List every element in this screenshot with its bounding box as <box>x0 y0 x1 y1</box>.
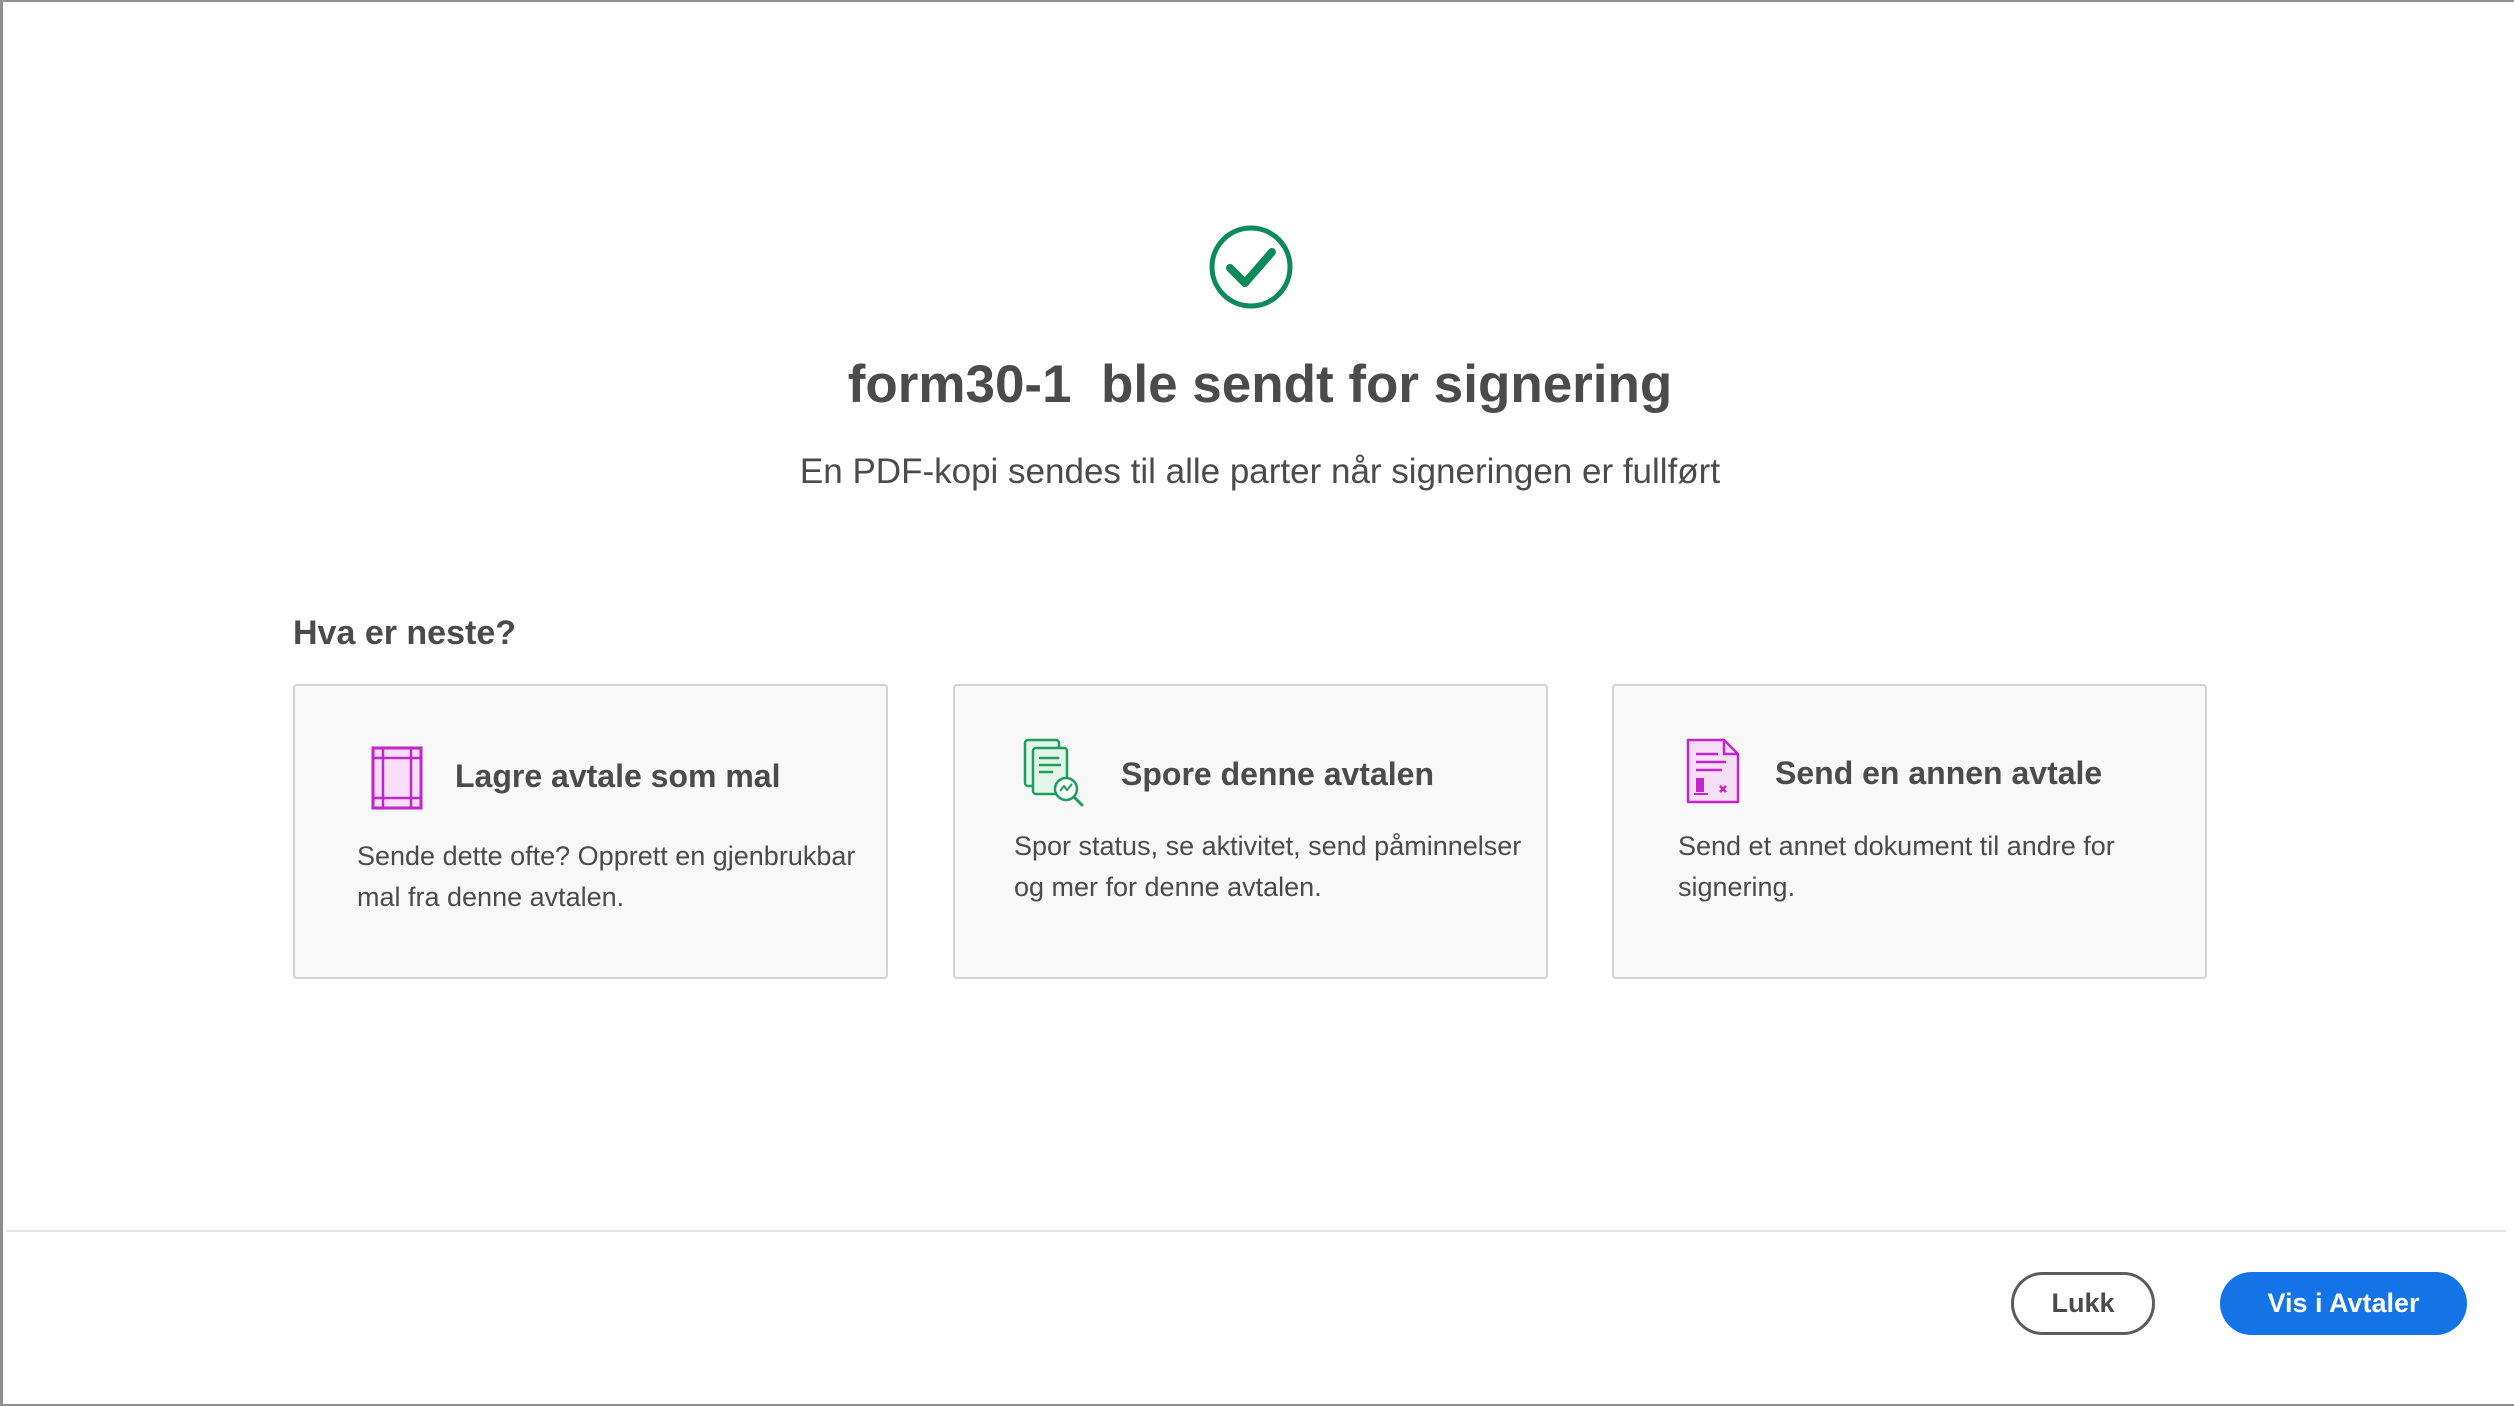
next-steps-heading: Hva er neste? <box>293 614 516 652</box>
track-agreement-card[interactable]: Spore denne avtalen Spor status, se akti… <box>953 684 1548 979</box>
save-as-template-card[interactable]: Lagre avtale som mal Sende dette ofte? O… <box>293 684 888 979</box>
sign-document-icon <box>1686 738 1740 804</box>
check-circle-icon <box>1209 225 1293 309</box>
card-description: Send et annet dokument til andre for sig… <box>1678 831 2115 902</box>
close-button[interactable]: Lukk <box>2011 1272 2155 1335</box>
view-in-agreements-button[interactable]: Vis i Avtaler <box>2220 1272 2467 1335</box>
card-title: Send en annen avtale <box>1775 755 2103 791</box>
send-another-agreement-card[interactable]: Send en annen avtale Send et annet dokum… <box>1612 684 2207 979</box>
dialog-subtitle: En PDF-kopi sendes til alle parter når s… <box>799 452 1721 491</box>
card-title: Spore denne avtalen <box>1121 756 1434 792</box>
card-description: Sende dette ofte? Opprett en gjenbrukbar… <box>357 841 856 912</box>
track-document-icon <box>1023 738 1084 807</box>
template-icon <box>371 746 423 810</box>
card-description: Spor status, se aktivitet, send påminnel… <box>1014 831 1522 902</box>
dialog: form30-1 ble sendt for signering En PDF-… <box>0 0 2514 1406</box>
footer-divider <box>6 1230 2506 1232</box>
card-title: Lagre avtale som mal <box>455 758 781 794</box>
dialog-title: form30-1 ble sendt for signering <box>847 355 1673 414</box>
